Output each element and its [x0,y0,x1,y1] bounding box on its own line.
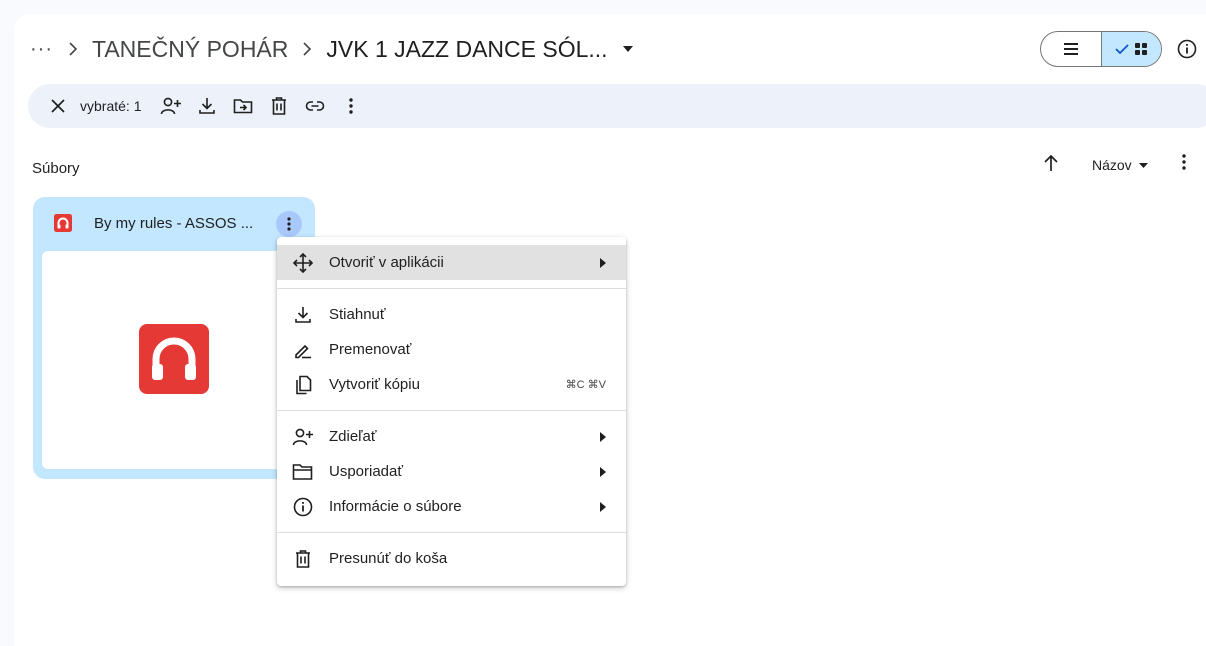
menu-item-open-with[interactable]: Otvoriť v aplikácii [277,245,626,280]
download-icon [291,303,315,327]
copy-icon [291,373,315,397]
list-icon [1063,42,1079,56]
submenu-arrow-icon [600,258,606,268]
info-icon[interactable] [1176,38,1198,60]
menu-item-rename[interactable]: Premenovať [277,332,626,367]
view-toggle [1040,31,1162,67]
menu-item-label: Informácie o súbore [329,498,462,515]
keyboard-shortcut: ⌘C ⌘V [565,379,606,391]
share-icon [291,425,315,449]
move-to-folder-icon[interactable] [225,88,261,124]
grid-view-button[interactable] [1100,32,1161,66]
menu-item-organize[interactable]: Usporiadať [277,454,626,489]
more-vert-icon[interactable] [1182,154,1186,170]
sort-direction-arrow-up-icon[interactable] [1043,154,1059,172]
context-menu: Otvoriť v aplikácii Stiahnuť Premenovať … [277,237,626,586]
menu-item-label: Zdieľať [329,428,377,445]
breadcrumb-current-folder[interactable]: JVK 1 JAZZ DANCE SÓL... [322,36,637,63]
audio-file-icon [54,214,72,232]
menu-item-label: Premenovať [329,341,412,358]
menu-item-download[interactable]: Stiahnuť [277,297,626,332]
menu-divider [277,288,626,289]
submenu-arrow-icon [600,502,606,512]
menu-item-move-to-trash[interactable]: Presunúť do koša [277,541,626,576]
rename-icon [291,338,315,362]
menu-item-label: Usporiadať [329,463,403,480]
close-icon[interactable] [40,88,76,124]
menu-divider [277,410,626,411]
check-icon [1115,43,1129,55]
menu-item-file-info[interactable]: Informácie o súbore [277,489,626,524]
caret-down-icon [622,45,634,53]
selection-count: vybraté: 1 [80,98,142,114]
file-card[interactable]: By my rules - ASSOS ... [33,197,315,479]
download-icon[interactable] [189,88,225,124]
selection-toolbar: vybraté: 1 [28,84,1206,128]
folder-icon [291,460,315,484]
sort-by-button[interactable]: Názov [1092,157,1149,173]
trash-icon[interactable] [261,88,297,124]
sort-by-label: Názov [1092,157,1132,173]
grid-icon [1134,42,1148,56]
menu-item-label: Presunúť do koša [329,550,448,567]
open-with-icon [291,251,315,275]
breadcrumb-parent[interactable]: TANEČNÝ POHÁR [88,36,292,63]
submenu-arrow-icon [600,467,606,477]
more-vert-icon[interactable] [276,211,302,237]
info-icon [291,495,315,519]
caret-down-icon [1138,162,1149,169]
share-icon[interactable] [153,88,189,124]
file-thumbnail[interactable] [42,251,306,469]
menu-item-share[interactable]: Zdieľať [277,419,626,454]
more-vert-icon[interactable] [333,88,369,124]
link-icon[interactable] [297,88,333,124]
chevron-right-icon [292,42,322,56]
menu-divider [277,532,626,533]
menu-item-label: Otvoriť v aplikácii [329,254,444,271]
list-view-button[interactable] [1041,32,1101,66]
audio-file-icon [139,324,209,394]
files-section-title: Súbory [32,160,80,177]
breadcrumb: ··· TANEČNÝ POHÁR JVK 1 JAZZ DANCE SÓL..… [30,30,638,68]
menu-item-label: Stiahnuť [329,306,386,323]
breadcrumb-more-button[interactable]: ··· [30,38,58,61]
file-name: By my rules - ASSOS ... [94,215,254,232]
chevron-right-icon [58,42,88,56]
breadcrumb-current-label: JVK 1 JAZZ DANCE SÓL... [326,35,608,62]
submenu-arrow-icon [600,432,606,442]
trash-icon [291,547,315,571]
menu-item-make-copy[interactable]: Vytvoriť kópiu ⌘C ⌘V [277,367,626,402]
menu-item-label: Vytvoriť kópiu [329,376,420,393]
